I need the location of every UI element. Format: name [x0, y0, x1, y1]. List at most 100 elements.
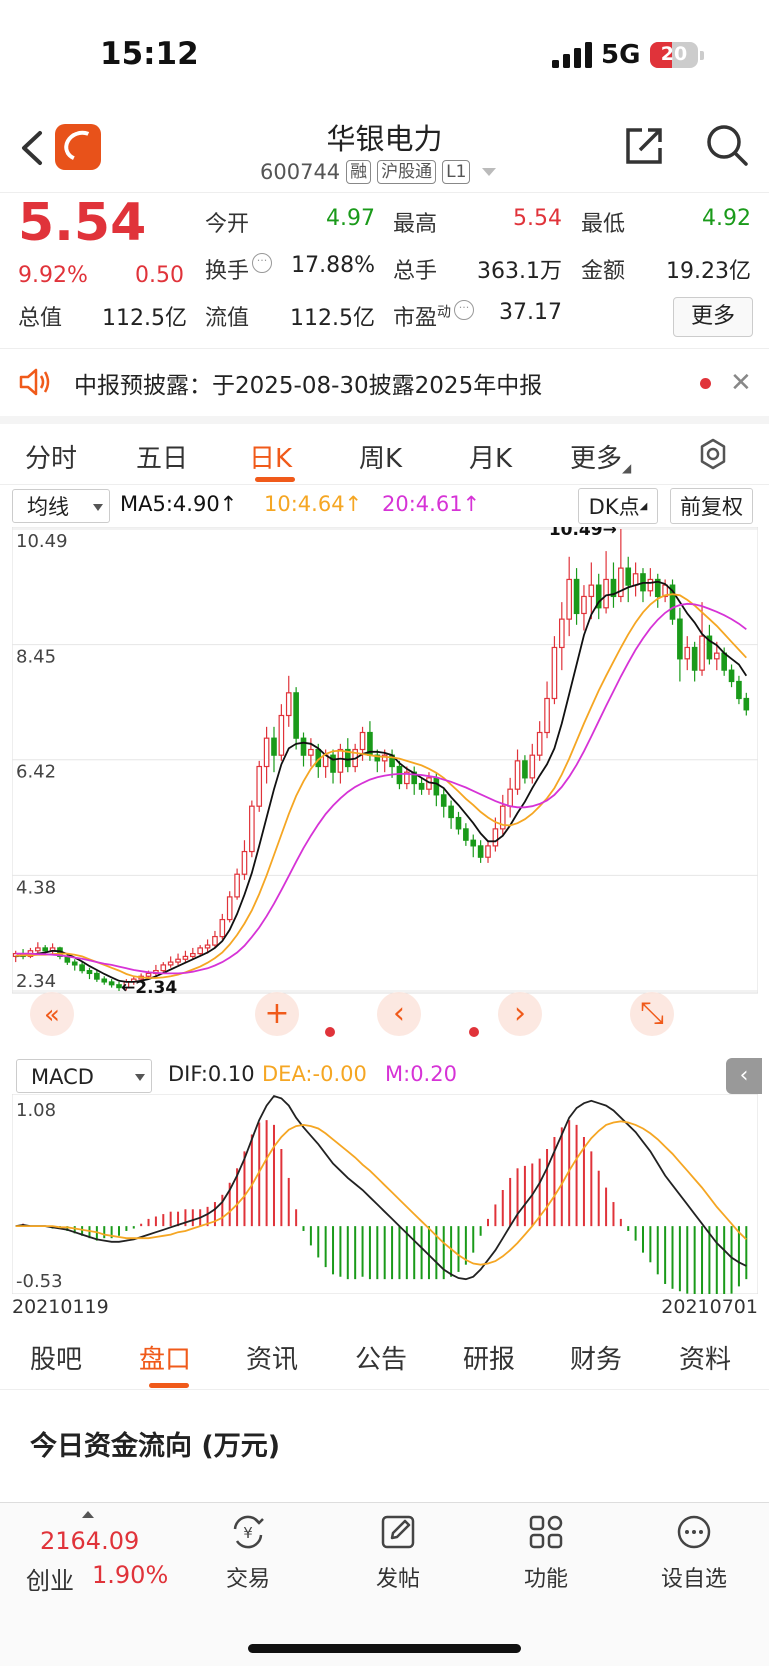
candle — [256, 765, 263, 807]
expand-icon[interactable]: ⤡ — [630, 992, 674, 1036]
low-annotation: ←2.34 — [121, 978, 177, 998]
caret-down-icon — [93, 504, 103, 511]
value-volume: 363.1万 — [477, 259, 562, 284]
expand-icon-glyph[interactable]: ⤡ — [640, 996, 664, 1031]
scroll-left-icon[interactable]: « — [30, 992, 74, 1036]
tab-monthly-k[interactable]: 月K — [469, 438, 512, 475]
candle — [529, 754, 536, 779]
dk-button[interactable]: DK点◢ — [578, 488, 658, 524]
tab-more[interactable]: 更多◢ — [570, 438, 631, 475]
candle — [249, 805, 255, 853]
tag-connect: 沪股通 — [377, 160, 437, 184]
arrow-left-icon[interactable]: ‹ — [377, 992, 421, 1036]
notice-banner[interactable]: 中报预披露：于2025-08-30披露2025年中报 ✕ — [0, 350, 769, 424]
apps-grid-icon — [529, 1515, 563, 1549]
candle — [204, 944, 211, 949]
post-button[interactable]: 发帖 — [348, 1513, 448, 1593]
functions-button[interactable]: 功能 — [496, 1513, 596, 1593]
candle — [455, 816, 462, 830]
add-watchlist-button[interactable]: 设自选 — [644, 1513, 744, 1593]
candle — [418, 782, 425, 790]
expand-up-icon[interactable] — [82, 1511, 94, 1518]
candle — [477, 845, 484, 858]
ma10-line — [15, 593, 747, 979]
value-high: 5.54 — [513, 206, 562, 231]
candle — [263, 737, 270, 768]
value-open: 4.97 — [326, 206, 375, 231]
candle — [551, 646, 558, 700]
date-axis: 20210119 20210701 — [12, 1296, 758, 1322]
candle — [278, 714, 285, 756]
plus-icon[interactable]: + — [255, 992, 299, 1036]
label-volume: 总手 — [393, 259, 438, 284]
stock-subline[interactable]: 600744 融 沪股通 L1 — [260, 158, 497, 186]
candle — [699, 635, 705, 671]
search-icon[interactable] — [704, 122, 750, 168]
plus-icon-glyph[interactable]: + — [264, 996, 289, 1031]
info-tabs: 股吧 盘口 资讯 公告 研报 财务 资料 — [0, 1325, 769, 1390]
tab-profile[interactable]: 资料 — [679, 1339, 731, 1376]
tab-intraday[interactable]: 分时 — [25, 438, 77, 475]
candle — [189, 952, 196, 958]
tab-announcements[interactable]: 公告 — [355, 1339, 407, 1376]
tab-orderbook[interactable]: 盘口 — [139, 1339, 191, 1376]
trade-button[interactable]: ¥ 交易 — [198, 1513, 298, 1593]
macd-chart[interactable]: 1.08 -0.53 — [12, 1094, 758, 1294]
page-dot — [469, 1027, 479, 1037]
change-percent: 9.92% — [18, 263, 88, 288]
status-time: 15:12 — [100, 36, 199, 72]
arrow-left-icon-glyph[interactable]: ‹ — [393, 996, 405, 1031]
tab-daily-k[interactable]: 日K — [249, 438, 292, 475]
home-indicator — [248, 1644, 521, 1653]
battery-icon: 20 — [650, 42, 704, 68]
gear-icon[interactable] — [697, 438, 729, 470]
candle — [632, 573, 639, 586]
candle — [558, 618, 565, 649]
ma10-label: 10:4.64↑ — [264, 492, 363, 516]
ma20-label: 20:4.61↑ — [382, 492, 481, 516]
y-tick-label: -0.53 — [16, 1271, 63, 1292]
arrow-right-icon[interactable]: › — [498, 992, 542, 1036]
candle — [175, 958, 181, 963]
tab-weekly-k[interactable]: 周K — [359, 438, 402, 475]
candle — [743, 697, 750, 711]
collapse-panel-icon[interactable]: ‹ — [726, 1058, 762, 1094]
tab-forum[interactable]: 股吧 — [30, 1339, 82, 1376]
active-tab-indicator — [255, 477, 295, 482]
svg-text:¥: ¥ — [243, 1524, 253, 1542]
value-low: 4.92 — [702, 206, 751, 231]
page-dot — [325, 1027, 335, 1037]
kline-chart[interactable]: 10.49 8.45 6.42 4.38 2.34 10.49→ ←2.34 + ‹ › ⤡ « — [12, 527, 758, 1057]
index-value[interactable]: 2164.09 — [40, 1527, 139, 1555]
ma-bar: 均线 MA5:4.90↑ 10:4.64↑ 20:4.61↑ DK点◢ 前复权 — [0, 486, 769, 526]
tab-news[interactable]: 资讯 — [246, 1339, 298, 1376]
share-icon[interactable] — [622, 124, 666, 168]
adjust-button[interactable]: 前复权 — [670, 488, 753, 524]
arrow-right-icon-glyph[interactable]: › — [514, 996, 526, 1031]
candle — [573, 578, 580, 615]
more-button[interactable]: 更多 — [673, 297, 753, 337]
info-icon[interactable]: ··· — [454, 300, 475, 320]
info-icon[interactable]: ··· — [252, 253, 273, 273]
tab-five-day[interactable]: 五日 — [136, 438, 188, 475]
candle — [566, 578, 573, 620]
y-tick-label: 4.38 — [16, 877, 56, 898]
macd-select[interactable]: MACD — [16, 1059, 152, 1093]
change-amount: 0.50 — [135, 263, 184, 288]
pe-suffix: 动 — [437, 304, 452, 321]
candle — [308, 748, 314, 756]
close-icon[interactable]: ✕ — [730, 368, 752, 398]
battery-level: 20 — [660, 43, 688, 65]
quote-panel: 5.54 9.92% 0.50 今开 4.97 最高 5.54 最低 4.92 … — [0, 193, 769, 349]
tab-research[interactable]: 研报 — [463, 1339, 515, 1376]
candle — [448, 805, 454, 819]
candle — [433, 777, 440, 796]
dea-line — [15, 1120, 747, 1266]
value-turnover: 17.88% — [291, 253, 375, 278]
candle — [625, 567, 632, 586]
stock-header: 华银电力 600744 融 沪股通 L1 — [0, 110, 769, 193]
scroll-left-glyph[interactable]: « — [44, 1000, 60, 1030]
label-float-cap: 流值 — [205, 306, 250, 331]
indicator-select[interactable]: 均线 — [12, 489, 110, 523]
tab-finance[interactable]: 财务 — [570, 1339, 622, 1376]
